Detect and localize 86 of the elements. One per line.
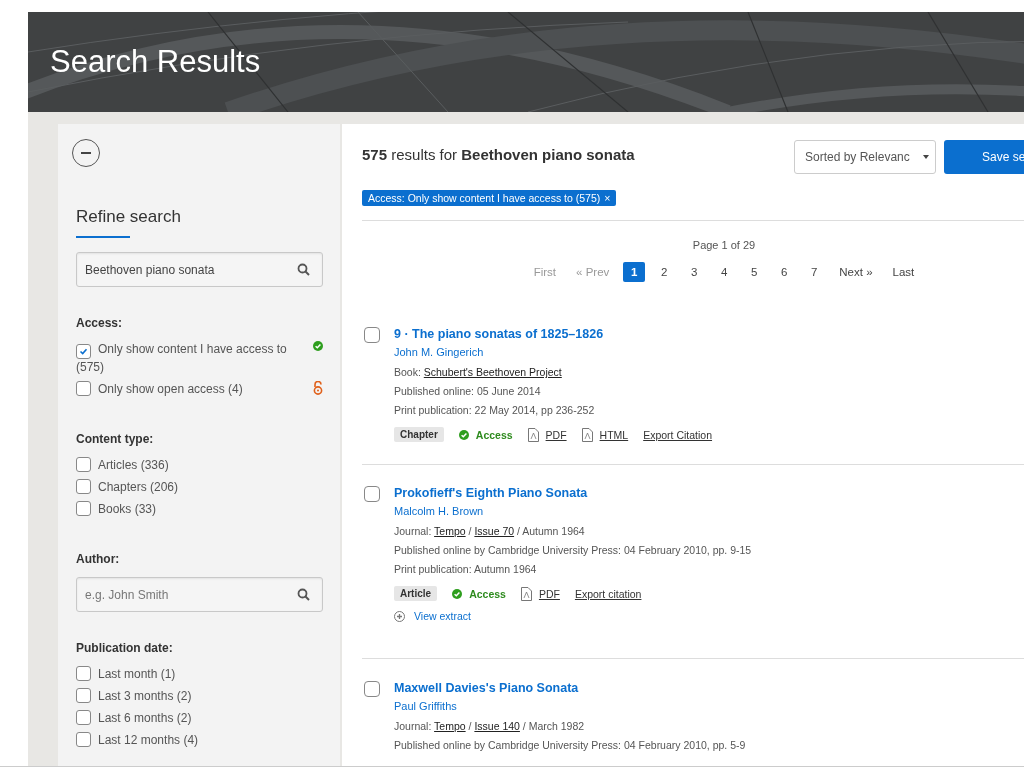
page-link[interactable]: 7	[803, 262, 826, 282]
result-title-link[interactable]: 9 · The piano sonatas of 1825–1826	[394, 327, 604, 341]
remove-filter-button[interactable]: ×	[604, 192, 611, 204]
sidebar-title: Refine search	[76, 207, 181, 227]
meta-link[interactable]: Tempo	[434, 720, 466, 732]
checkbox[interactable]	[76, 479, 91, 494]
save-search-button[interactable]: Save se	[944, 140, 1024, 174]
result-checkbox[interactable]	[364, 327, 380, 343]
content-type-tag: Chapter	[394, 427, 444, 442]
minus-icon	[81, 152, 91, 154]
result-meta-text: Journal: Tempo / Issue 70 / Autumn 1964	[394, 525, 585, 538]
result-title-link[interactable]: Maxwell Davies's Piano Sonata	[394, 681, 579, 695]
result-meta-text: Journal: Tempo / Issue 140 / March 1982	[394, 720, 585, 733]
pager-nav-link[interactable]: Next »	[833, 262, 879, 282]
checkbox[interactable]	[76, 732, 91, 747]
filter-option[interactable]: Last 3 months (2)	[76, 688, 296, 705]
results-summary: 575 results for Beethoven piano sonata	[362, 146, 635, 163]
filter-option[interactable]: Last month (1)	[76, 666, 296, 683]
page-title: Search Results	[50, 44, 261, 80]
checkbox[interactable]	[76, 501, 91, 516]
check-icon	[79, 347, 88, 356]
html-link[interactable]: HTML	[599, 428, 629, 441]
result-meta-text: Published online by Cambridge University Press: 04 February 2010, pp. 9-15	[394, 544, 752, 557]
author-link[interactable]: Malcolm H. Brown	[394, 505, 484, 517]
check-circle-icon	[313, 341, 323, 351]
meta-link[interactable]: Issue 70	[474, 525, 515, 537]
search-field[interactable]: Beethoven piano sonata	[76, 252, 323, 287]
filter-option[interactable]: Chapters (206)	[76, 479, 296, 496]
result-checkbox[interactable]	[364, 486, 380, 502]
filter-option[interactable]: Books (33)	[76, 501, 296, 518]
filter-chip-label: Access: Only show content I have access to (575)	[368, 192, 601, 204]
filter-heading: Content type:	[76, 432, 155, 446]
filter-option[interactable]: Last 6 months (2)	[76, 710, 296, 727]
checkbox[interactable]	[76, 381, 91, 396]
checkbox[interactable]	[76, 710, 91, 725]
result-checkbox[interactable]	[364, 681, 380, 697]
filter-heading: Author:	[76, 552, 121, 566]
pager-nav-link[interactable]: Last	[886, 262, 921, 282]
result-title-link[interactable]: Prokofieff's Eighth Piano Sonata	[394, 486, 588, 500]
check-circle-icon	[458, 429, 469, 440]
page-link[interactable]: 1	[623, 262, 646, 282]
content-type-tag: Article	[394, 586, 438, 601]
export-citation-link[interactable]: Export citation	[574, 587, 642, 600]
pdf-file-icon	[527, 427, 539, 442]
checkbox[interactable]	[76, 344, 91, 359]
result-meta-text: Published online by Cambridge University Press: 04 February 2010, pp. 5-9	[394, 739, 746, 752]
pdf-link[interactable]: PDF	[538, 587, 560, 600]
page-link[interactable]: 5	[743, 262, 766, 282]
filter-heading: Access:	[76, 316, 124, 330]
checkbox[interactable]	[76, 457, 91, 472]
meta-link[interactable]: Issue 140	[474, 720, 520, 732]
filter-option[interactable]: Last 12 months (4)	[76, 732, 296, 749]
page-link[interactable]: 2	[653, 262, 676, 282]
sort-select[interactable]: Sorted by Relevanc	[794, 140, 936, 174]
filter-option[interactable]: Articles (336)	[76, 457, 296, 474]
caret-icon	[923, 155, 929, 159]
result-meta-text: Published online: 05 June 2014	[394, 385, 541, 398]
export-citation-link[interactable]: Export Citation	[643, 428, 713, 441]
filter-option[interactable]: Only show open access (4)	[76, 381, 296, 398]
filter-option[interactable]: Only show content I have access to (575)	[76, 341, 296, 376]
page-link[interactable]: 3	[683, 262, 706, 282]
page-link[interactable]: 6	[773, 262, 796, 282]
check-circle-icon	[452, 588, 463, 599]
pdf-file-icon	[520, 586, 532, 601]
checkbox[interactable]	[76, 688, 91, 703]
author-link[interactable]: John M. Gingerich	[394, 346, 484, 358]
result-meta-text: Print publication: 22 May 2014, pp 236-252	[394, 404, 595, 417]
plus-circle-icon[interactable]	[394, 610, 405, 622]
file-icon	[581, 427, 593, 442]
meta-link[interactable]: Schubert's Beethoven Project	[423, 366, 562, 378]
filter-heading: Publication date:	[76, 641, 174, 655]
meta-link[interactable]: Tempo	[434, 525, 466, 537]
search-icon[interactable]	[297, 263, 310, 276]
search-icon[interactable]	[297, 588, 310, 601]
author-link[interactable]: Paul Griffiths	[394, 700, 457, 712]
result-meta-text: Print publication: Autumn 1964	[394, 563, 537, 576]
access-label: Access	[469, 587, 506, 600]
access-label: Access	[475, 428, 513, 441]
page-link[interactable]: 4	[713, 262, 736, 282]
page-caption: Page 1 of 29	[692, 239, 756, 251]
author-search-field[interactable]: e.g. John Smith	[76, 577, 323, 612]
view-extract-link[interactable]: View extract	[414, 610, 471, 622]
result-meta-text: Book: Schubert's Beethoven Project	[394, 366, 562, 379]
open-lock-icon	[313, 381, 323, 395]
checkbox[interactable]	[76, 666, 91, 681]
pdf-link[interactable]: PDF	[545, 428, 567, 441]
